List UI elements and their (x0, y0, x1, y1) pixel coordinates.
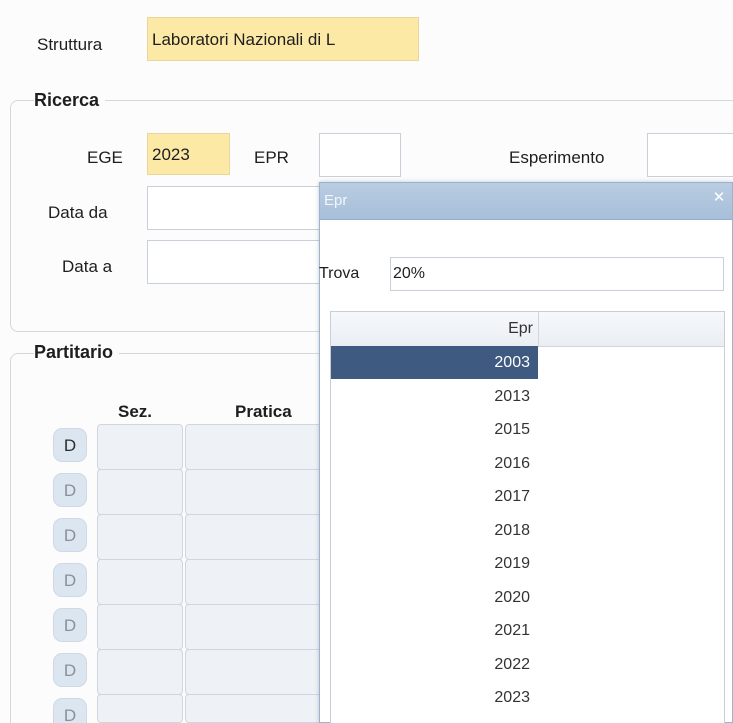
detail-button[interactable]: D (53, 563, 87, 597)
pratica-cell[interactable] (185, 649, 335, 695)
sez-cell[interactable] (97, 514, 183, 560)
pratica-cell[interactable] (185, 424, 335, 470)
trova-input[interactable]: 20% (390, 257, 724, 291)
pratica-cell[interactable] (185, 514, 335, 560)
list-item[interactable]: 2018 (331, 514, 538, 547)
epr-lov-popup: Epr ✕ Trova 20% Epr 2003 2013 2015 2016 2017… (319, 182, 733, 723)
sez-cell[interactable] (97, 694, 183, 723)
sez-cell[interactable] (97, 649, 183, 695)
pratica-cell[interactable] (185, 604, 335, 650)
esperimento-field[interactable] (647, 133, 733, 177)
sez-cell[interactable] (97, 424, 183, 470)
detail-button[interactable]: D (53, 473, 87, 507)
data-a-label: Data a (62, 257, 113, 276)
sez-cell[interactable] (97, 469, 183, 515)
epr-list: Epr 2003 2013 2015 2016 2017 2018 2019 2020 2021… (330, 311, 725, 723)
detail-button[interactable]: D (53, 518, 87, 552)
list-item[interactable]: 2013 (331, 380, 538, 413)
epr-label: EPR (254, 148, 289, 167)
list-item[interactable]: 2017 (331, 480, 538, 513)
pratica-cell[interactable] (185, 469, 335, 515)
close-icon[interactable]: ✕ (712, 190, 726, 205)
sez-cell[interactable] (97, 604, 183, 650)
ricerca-title: Ricerca (34, 90, 106, 111)
data-da-field[interactable] (147, 186, 327, 230)
column-header-sez: Sez. (118, 402, 153, 421)
list-header-label: Epr (508, 320, 533, 337)
list-item[interactable]: 2023 (331, 681, 538, 714)
esperimento-label: Esperimento (509, 148, 605, 167)
list-item[interactable]: 2020 (331, 581, 538, 614)
data-a-field[interactable] (147, 240, 327, 284)
column-header-pratica: Pratica (235, 402, 292, 421)
list-item[interactable]: 2016 (331, 447, 538, 480)
trova-label: Trova (319, 265, 360, 282)
column-separator[interactable] (538, 312, 539, 346)
list-item[interactable]: 2022 (331, 648, 538, 681)
list-header[interactable]: Epr (331, 312, 724, 347)
data-da-label: Data da (48, 203, 108, 222)
partitario-title: Partitario (34, 342, 120, 363)
epr-field[interactable] (319, 133, 401, 177)
detail-button[interactable]: D (53, 653, 87, 687)
pratica-cell[interactable] (185, 559, 335, 605)
list-item[interactable]: 2019 (331, 547, 538, 580)
detail-button[interactable]: D (53, 428, 87, 462)
struttura-field[interactable]: Laboratori Nazionali di L (147, 17, 419, 61)
sez-cell[interactable] (97, 559, 183, 605)
ege-label: EGE (87, 148, 123, 167)
detail-button[interactable]: D (53, 608, 87, 642)
popup-title: Epr (324, 192, 348, 209)
struttura-label: Struttura (37, 35, 103, 54)
popup-titlebar[interactable]: Epr ✕ (320, 183, 732, 220)
detail-button[interactable]: D (53, 698, 87, 723)
list-item[interactable]: 2003 (331, 346, 538, 379)
list-item[interactable]: 2021 (331, 614, 538, 647)
list-item[interactable]: 2015 (331, 413, 538, 446)
ege-field[interactable]: 2023 (147, 133, 230, 175)
pratica-cell[interactable] (185, 694, 335, 723)
